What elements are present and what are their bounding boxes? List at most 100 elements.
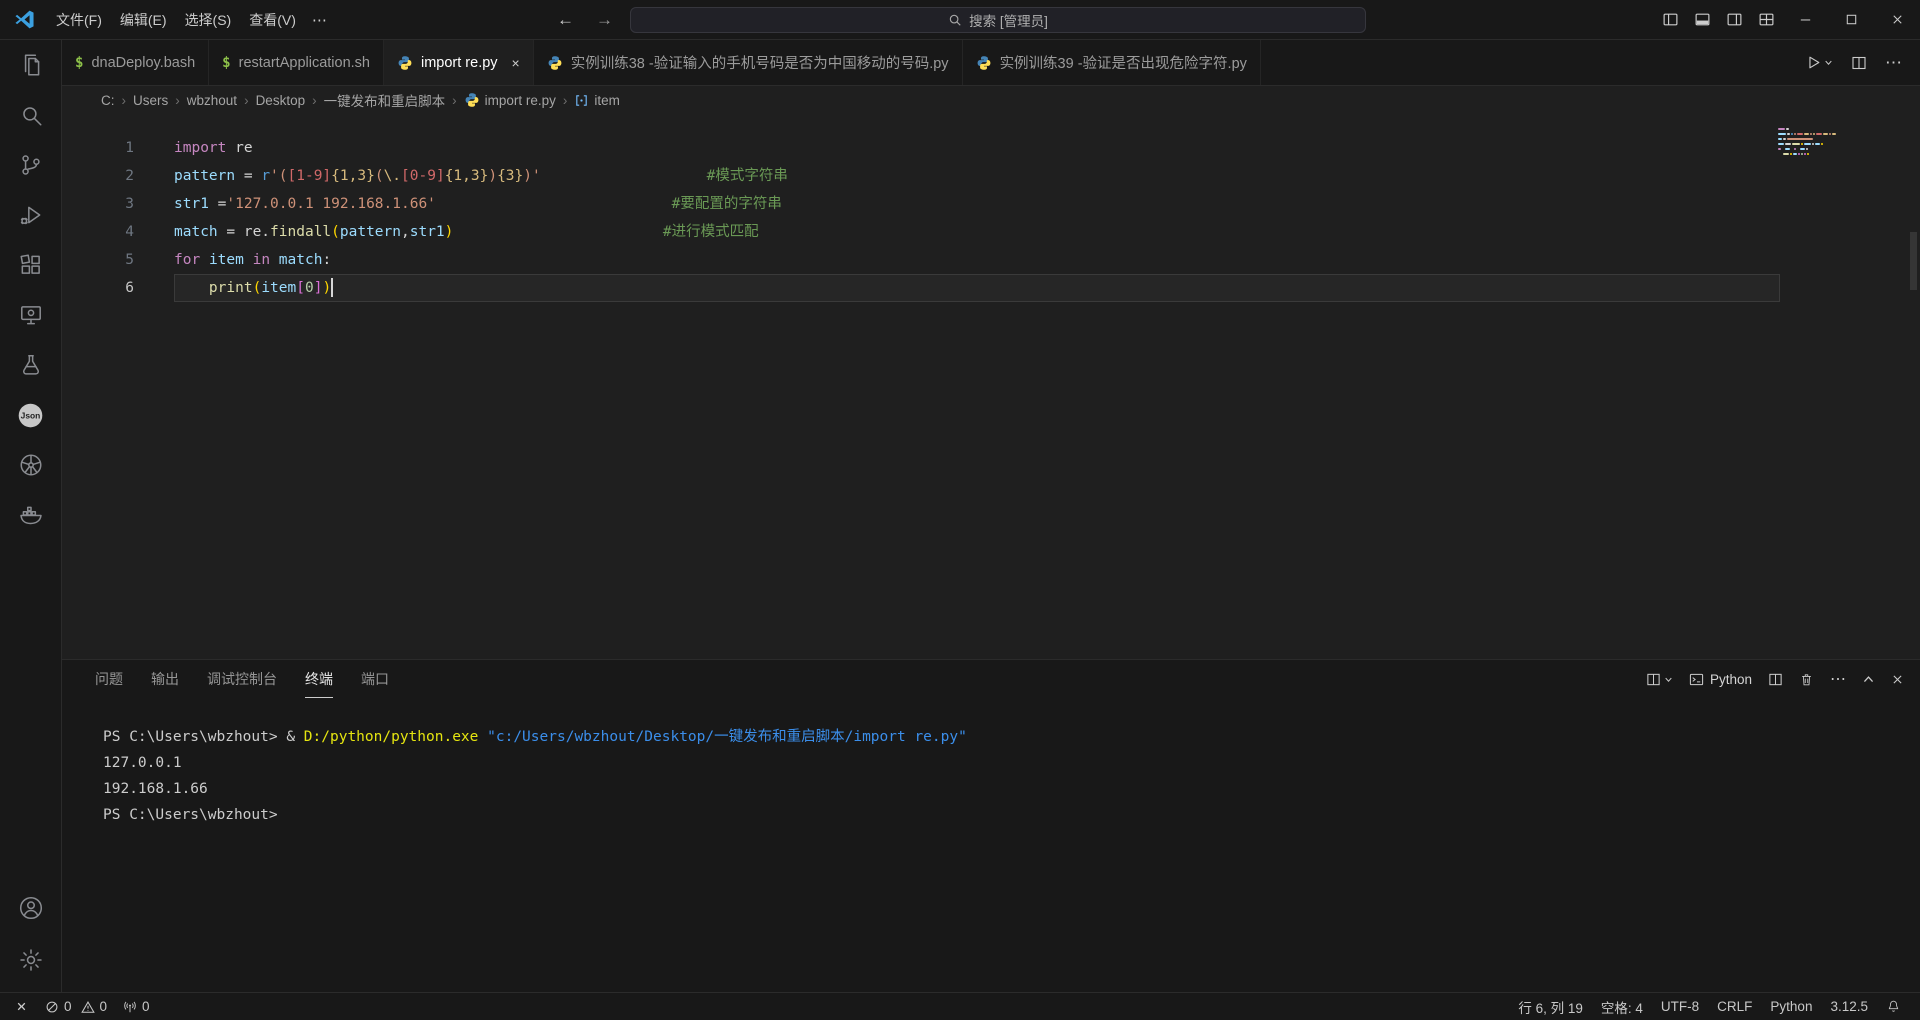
menu-item[interactable]: 查看(V) [240,6,305,34]
activity-bar-item-docker[interactable] [0,490,62,540]
activity-bar-item-explorer[interactable] [0,40,62,90]
tab-restartapplication-sh[interactable]: $restartApplication.sh [209,40,384,85]
panel-tab-terminal[interactable]: 终端 [305,660,333,698]
activity-bar-bottom [0,882,62,992]
terminal-instance-python[interactable]: Python [1689,672,1752,687]
panel-more-button[interactable]: ⋯ [1830,669,1846,689]
activity-bar-item-json[interactable]: Json [0,390,62,440]
maximize-button[interactable] [1828,0,1874,40]
activity-bar-item-accounts[interactable] [0,882,62,934]
editor-code-lines[interactable]: 1import re2pattern = r'([1-9]{1,3}(\.[0-… [62,114,1780,302]
panel-tab-ports[interactable]: 端口 [361,660,389,698]
kubernetes-icon [18,452,44,478]
toggle-secondary-sidebar-icon[interactable] [1718,0,1750,40]
panel-tab-problems[interactable]: 问题 [95,660,123,698]
code-line[interactable]: 4match = re.findall(pattern,str1) #进行模式匹… [62,218,1780,246]
encoding-status[interactable]: UTF-8 [1652,993,1708,1020]
activity-bar-item-extensions[interactable] [0,240,62,290]
forward-arrow-icon[interactable]: → [591,8,618,32]
panel: 问题输出调试控制台终端端口 Python [62,659,1920,992]
search-box[interactable]: 搜索 [管理员] [630,7,1366,33]
json-icon: Json [17,402,44,429]
radio-tower-icon [123,1000,137,1014]
minimap[interactable] [1778,128,1836,158]
maximize-panel-button[interactable] [1862,673,1875,686]
breadcrumb-item[interactable]: import re.py [463,92,557,108]
menu-overflow-button[interactable]: ⋯ [305,7,334,33]
activity-bar-item-testing[interactable] [0,340,62,390]
menu-item[interactable]: 文件(F) [47,6,111,34]
remote-indicator[interactable] [6,993,37,1020]
breadcrumb-item[interactable]: 一键发布和重启脚本 [323,90,447,110]
panel-actions: Python ⋯ [1646,660,1920,698]
breadcrumb-item[interactable]: C: [100,93,116,108]
tab-bar: $dnaDeploy.bash$restartApplication.shimp… [62,40,1920,86]
breadcrumb-item[interactable]: item [573,93,621,108]
activity-bar-item-search[interactable] [0,90,62,140]
ports-status[interactable]: 0 [115,993,158,1020]
line-col-status[interactable]: 行 6, 列 19 [1509,993,1592,1020]
code-line[interactable]: 1import re [62,134,1780,162]
activity-bar-item-remote-explorer[interactable] [0,290,62,340]
kill-terminal-button[interactable] [1799,672,1814,687]
run-python-button[interactable] [1805,54,1833,71]
tab-training-38[interactable]: 实例训练38 -验证输入的手机号码是否为中国移动的号码.py [534,40,963,85]
python-version-status[interactable]: 3.12.5 [1821,993,1877,1020]
code-line[interactable]: 6 print(item[0]) [62,274,1780,302]
close-panel-button[interactable] [1891,673,1904,686]
activity-bar-item-kubernetes[interactable] [0,440,62,490]
source-control-icon [18,152,44,178]
code-line[interactable]: 2pattern = r'([1-9]{1,3}(\.[0-9]{1,3}){3… [62,162,1780,190]
language-status[interactable]: Python [1761,993,1821,1020]
close-button[interactable] [1874,0,1920,40]
python-file-icon [397,55,413,71]
indent-status[interactable]: 空格: 4 [1592,993,1652,1020]
tab-label: import re.py [421,55,498,71]
tab-training-39[interactable]: 实例训练39 -验证是否出现危险字符.py [963,40,1261,85]
terminal-icon [1689,672,1704,687]
explorer-icon [18,52,44,78]
line-number: 1 [62,134,134,162]
activity-bar-item-source-control[interactable] [0,140,62,190]
back-arrow-icon[interactable]: ← [552,8,579,32]
tab-label: 实例训练38 -验证输入的手机号码是否为中国移动的号码.py [571,52,949,73]
code-line[interactable]: 3str1 ='127.0.0.1 192.168.1.66' #要配置的字符串 [62,190,1780,218]
remote-explorer-icon [18,302,44,328]
breadcrumb-item[interactable]: Users [132,93,169,108]
breadcrumb-item[interactable]: wbzhout [186,93,238,108]
menu-item[interactable]: 选择(S) [176,6,241,34]
tab-bar-tabs: $dnaDeploy.bash$restartApplication.shimp… [62,40,1261,85]
code-text: match = re.findall(pattern,str1) #进行模式匹配 [174,218,1780,246]
breadcrumb-label: wbzhout [187,93,237,108]
activity-bar-item-run-and-debug[interactable] [0,190,62,240]
tab-dnadeploy-bash[interactable]: $dnaDeploy.bash [62,40,209,85]
toggle-sidebar-icon[interactable] [1654,0,1686,40]
split-editor-button[interactable] [1851,55,1867,71]
tab-import-re-py[interactable]: import re.py × [384,40,534,85]
breadcrumb-separator-icon: › [175,93,180,108]
panel-tab-debug-console[interactable]: 调试控制台 [207,660,277,698]
run-dropdown-chevron-icon[interactable] [1824,58,1833,67]
code-line[interactable]: 5for item in match: [62,246,1780,274]
eol-status[interactable]: CRLF [1708,993,1761,1020]
toggle-panel-icon[interactable] [1686,0,1718,40]
status-bar-left: 0 0 0 [0,993,158,1020]
new-terminal-dropdown[interactable] [1646,672,1673,687]
error-count: 0 [64,999,72,1014]
notifications-bell[interactable] [1877,993,1910,1020]
editor-scrollbar[interactable] [1910,232,1917,290]
breadcrumb-label: 一键发布和重启脚本 [324,90,446,110]
close-tab-icon[interactable]: × [512,55,520,71]
menu-item[interactable]: 编辑(E) [111,6,176,34]
panel-tab-output[interactable]: 输出 [151,660,179,698]
editor-more-button[interactable]: ⋯ [1885,53,1902,73]
minimize-button[interactable] [1782,0,1828,40]
split-terminal-button[interactable] [1768,672,1783,687]
customize-layout-icon[interactable] [1750,0,1782,40]
breadcrumb-separator-icon: › [563,93,568,108]
problems-status[interactable]: 0 0 [37,993,115,1020]
breadcrumb-item[interactable]: Desktop [255,93,307,108]
terminal-output[interactable]: PS C:\Users\wbzhout> & D:/python/python.… [62,698,1920,992]
editor[interactable]: 1import re2pattern = r'([1-9]{1,3}(\.[0-… [62,114,1920,659]
activity-bar-item-settings[interactable] [0,934,62,986]
